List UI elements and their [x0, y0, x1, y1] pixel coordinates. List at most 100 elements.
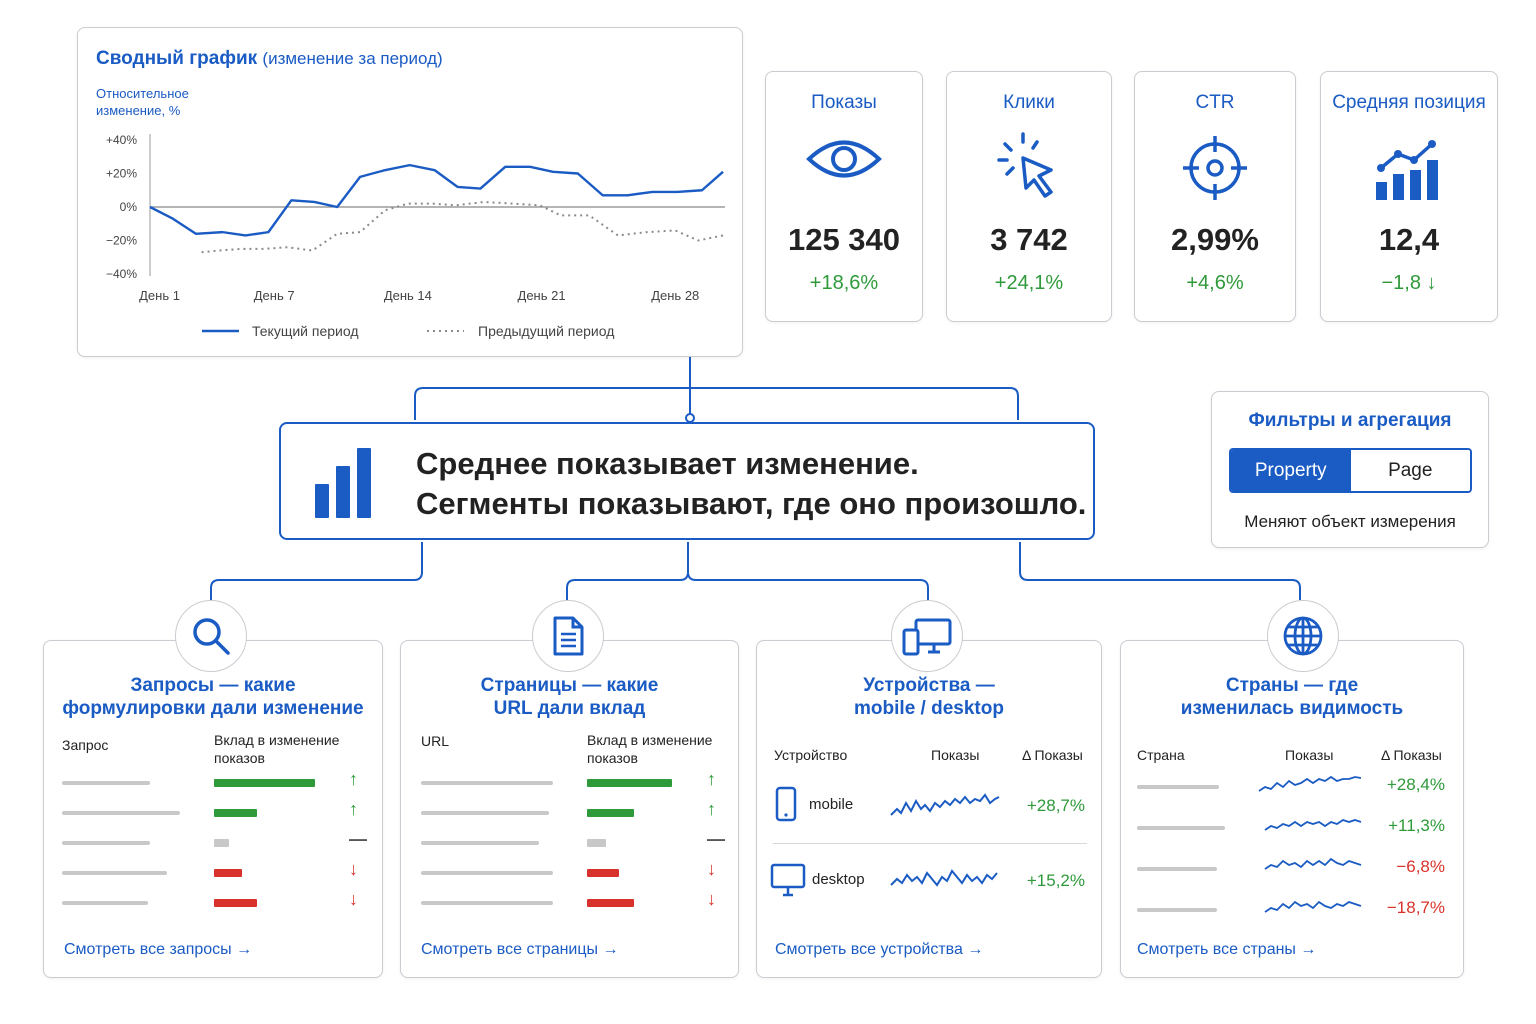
arrow-up-icon: ↑ — [349, 799, 358, 819]
sparkline-country — [1264, 819, 1362, 831]
metric-card-impressions[interactable]: Показы 125 340 +18,6% — [765, 71, 923, 322]
y-tick-label: +20% — [106, 167, 137, 181]
filters-title: Фильтры и агрегация — [1248, 410, 1452, 431]
segment-title-line: Страницы — какие — [480, 675, 659, 696]
metric-delta: −1,8 ↓ — [1321, 272, 1497, 295]
contribution-bar — [214, 899, 258, 907]
placeholder-text-bar — [421, 811, 549, 815]
segment-title: Страницы — какие URL дали вклад — [401, 674, 738, 720]
placeholder-text-bar — [62, 871, 167, 875]
placeholder-text-bar — [1137, 867, 1217, 871]
metric-card-clicks[interactable]: Клики 3 742 +24,1% — [946, 71, 1112, 322]
country-delta: +11,3% — [1388, 816, 1445, 835]
placeholder-text-bar — [62, 781, 150, 785]
arrow-right-icon: → — [602, 941, 619, 958]
chart-title-suffix: (изменение за период) — [262, 49, 443, 68]
contribution-bar — [587, 809, 634, 817]
see-all-pages-link[interactable]: Смотреть все страницы → — [421, 941, 618, 959]
column-header-query: Запрос — [62, 737, 109, 753]
segment-title-line: формулировки дали изменение — [62, 698, 364, 719]
segment-title-line: изменилась видимость — [1180, 698, 1404, 719]
segment-card-queries: Запросы — какие формулировки дали изменен… — [43, 640, 383, 978]
devices-icon — [891, 600, 963, 672]
placeholder-text-bar — [421, 841, 539, 845]
aggregation-toggle[interactable]: Property Page — [1229, 448, 1472, 493]
device-name: mobile — [809, 796, 854, 813]
segment-title-line: Страны — где — [1225, 675, 1359, 696]
chart-title: Сводный график (изменение за период) — [96, 48, 443, 70]
metric-value: 3 742 — [990, 222, 1068, 257]
segment-title: Страны — где изменилась видимость — [1121, 674, 1463, 720]
contribution-bar — [214, 839, 230, 847]
segment-title-line: URL дали вклад — [493, 698, 646, 719]
placeholder-text-bar — [62, 841, 150, 845]
metric-title: CTR — [1195, 92, 1235, 113]
toggle-property[interactable]: Property — [1231, 450, 1351, 491]
contribution-bar — [214, 809, 258, 817]
bar-chart-trend-icon — [1374, 138, 1444, 207]
device-delta: +28,7% — [1026, 796, 1085, 815]
segment-title: Запросы — какие формулировки дали изменен… — [44, 674, 382, 720]
arrow-down-icon: ↓ — [349, 859, 358, 879]
bar-chart-icon — [315, 448, 373, 523]
link-text: Смотреть все запросы — [64, 941, 232, 958]
segment-card-devices: Устройства — mobile / desktop Устройство … — [756, 640, 1102, 978]
key-insight-card: Среднее показывает изменение. Сегменты п… — [279, 422, 1095, 540]
segment-card-pages: Страницы — какие URL дали вклад URL Вклад… — [400, 640, 739, 978]
contribution-bar — [587, 899, 634, 907]
placeholder-text-bar — [421, 901, 553, 905]
country-delta: −6,8% — [1396, 857, 1445, 876]
summary-line-chart: +40% +20% 0% −20% −40%День 1 День 7 День 14 Ден… — [106, 133, 725, 339]
insight-line-2: Сегменты показывают, где оно произошло. — [416, 486, 1087, 521]
x-tick-label: День 28 — [651, 288, 699, 303]
contribution-bar — [587, 869, 620, 877]
arrow-right-icon: → — [236, 941, 253, 958]
y-tick-label: +40% — [106, 133, 137, 147]
placeholder-text-bar — [1137, 908, 1217, 912]
sparkline-country — [1264, 857, 1362, 870]
device-delta: +15,2% — [1026, 871, 1085, 890]
column-header-contribution: Вклад в изменение показов — [587, 732, 713, 766]
y-tick-label: −40% — [106, 267, 137, 281]
series-line-current — [149, 163, 724, 237]
metric-delta-value: −1,8 — [1381, 272, 1421, 294]
contribution-bar — [214, 869, 243, 877]
country-delta: −18,7% — [1386, 898, 1445, 917]
see-all-queries-link[interactable]: Смотреть все запросы → — [64, 941, 252, 959]
x-tick-label: День 7 — [254, 288, 295, 303]
placeholder-text-bar — [421, 871, 553, 875]
metric-delta: +24,1% — [994, 272, 1064, 294]
column-header-impressions: Показы — [931, 747, 980, 763]
x-tick-label: День 14 — [384, 288, 432, 303]
metric-card-avg-position[interactable]: Средняя позиция 12,4 −1,8 ↓ — [1320, 71, 1498, 322]
segment-title-line: Запросы — какие — [130, 675, 296, 696]
arrow-up-icon: ↑ — [707, 769, 716, 789]
metric-title: Средняя позиция — [1332, 92, 1486, 113]
metric-value: 125 340 — [787, 222, 901, 257]
column-header-delta: Δ Показы — [1381, 747, 1442, 763]
column-header-impressions: Показы — [1285, 747, 1334, 763]
segment-title-line: Устройства — — [863, 675, 995, 696]
insight-line-1: Среднее показывает изменение. — [416, 446, 919, 481]
document-icon — [532, 600, 604, 672]
arrow-down-icon: ↓ — [349, 889, 358, 909]
legend-label-previous: Предыдущий период — [478, 323, 614, 339]
see-all-countries-link[interactable]: Смотреть все страны → — [1137, 941, 1316, 959]
metric-delta: +18,6% — [809, 272, 879, 294]
placeholder-text-bar — [62, 901, 148, 905]
metric-card-ctr[interactable]: CTR 2,99% +4,6% — [1134, 71, 1296, 322]
sparkline-desktop — [890, 869, 998, 887]
metric-title: Показы — [811, 92, 877, 113]
segment-title: Устройства — mobile / desktop — [757, 674, 1101, 720]
y-tick-label: 0% — [120, 200, 138, 214]
contribution-bar — [214, 779, 315, 787]
column-header-country: Страна — [1137, 747, 1185, 763]
placeholder-text-bar — [421, 781, 553, 785]
placeholder-text-bar — [1137, 785, 1219, 789]
monitor-icon — [770, 863, 806, 902]
toggle-page[interactable]: Page — [1350, 450, 1470, 491]
see-all-devices-link[interactable]: Смотреть все устройства → — [775, 941, 983, 959]
series-line-previous — [201, 200, 724, 254]
metric-delta: +4,6% — [1186, 272, 1244, 294]
divider — [773, 843, 1087, 844]
